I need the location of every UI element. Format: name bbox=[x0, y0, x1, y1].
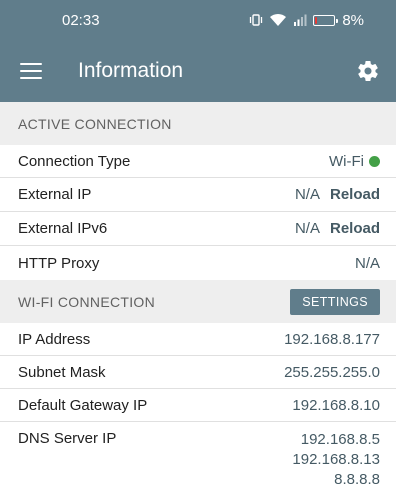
reload-external-ipv6-button[interactable]: Reload bbox=[330, 220, 380, 237]
status-time: 02:33 bbox=[62, 11, 100, 29]
battery-percent: 8% bbox=[342, 11, 364, 29]
external-ipv6-row: External IPv6 N/A Reload bbox=[0, 212, 396, 246]
status-bar: 02:33 8% bbox=[0, 0, 396, 40]
external-ipv6-na: N/A bbox=[294, 220, 320, 237]
battery-indicator: 8% bbox=[313, 12, 364, 29]
connection-type-row: Connection Type Wi-Fi bbox=[0, 145, 396, 178]
row-label: Subnet Mask bbox=[18, 363, 106, 381]
connection-type-value: Wi-Fi bbox=[329, 153, 380, 170]
external-ip-row: External IP N/A Reload bbox=[0, 178, 396, 212]
http-proxy-row: HTTP Proxy N/A bbox=[0, 246, 396, 280]
row-label: IP Address bbox=[18, 330, 91, 348]
status-dot-icon bbox=[369, 155, 380, 167]
external-ipv6-value: N/A Reload bbox=[295, 220, 380, 237]
vibrate-icon bbox=[249, 13, 263, 27]
subnet-mask-row: Subnet Mask 255.255.255.0 bbox=[0, 356, 396, 389]
dns-server-value: 192.168.8.5 bbox=[300, 431, 380, 448]
external-ip-value: N/A Reload bbox=[295, 186, 380, 203]
dns-server-row: DNS Server IP 192.168.8.5 192.168.8.13 8… bbox=[0, 422, 396, 500]
battery-level bbox=[315, 16, 318, 24]
dns-server-value: 192.168.8.13 bbox=[292, 451, 380, 468]
row-label: External IPv6 bbox=[18, 220, 108, 237]
subnet-mask-value: 255.255.255.0 bbox=[284, 363, 380, 381]
gear-icon[interactable] bbox=[356, 59, 380, 83]
active-connection-header: ACTIVE CONNECTION bbox=[0, 102, 396, 145]
dns-server-value: 8.8.8.8 bbox=[334, 471, 380, 488]
settings-button[interactable]: SETTINGS bbox=[290, 288, 380, 315]
section-title: ACTIVE CONNECTION bbox=[18, 115, 172, 132]
default-gateway-row: Default Gateway IP 192.168.8.10 bbox=[0, 389, 396, 422]
page-title: Information bbox=[78, 59, 184, 82]
wifi-connection-header: WI-FI CONNECTION SETTINGS bbox=[0, 280, 396, 323]
hamburger-menu-icon[interactable] bbox=[20, 63, 42, 79]
cell-signal-icon bbox=[293, 13, 307, 27]
row-label: Connection Type bbox=[18, 152, 131, 170]
section-title: WI-FI CONNECTION bbox=[18, 293, 156, 310]
ip-address-row: IP Address 192.168.8.177 bbox=[0, 323, 396, 356]
dns-server-values: 192.168.8.5 192.168.8.13 8.8.8.8 bbox=[292, 430, 380, 490]
http-proxy-value: N/A bbox=[354, 254, 380, 272]
row-label: External IP bbox=[18, 186, 92, 203]
wifi-signal-icon bbox=[269, 13, 287, 27]
wifi-text: Wi-Fi bbox=[329, 152, 364, 170]
external-ip-na: N/A bbox=[294, 186, 320, 203]
row-label: HTTP Proxy bbox=[18, 254, 100, 272]
status-icons: 8% bbox=[249, 12, 364, 29]
ip-address-value: 192.168.8.177 bbox=[284, 330, 380, 348]
default-gateway-value: 192.168.8.10 bbox=[292, 396, 380, 414]
reload-external-ip-button[interactable]: Reload bbox=[330, 186, 380, 203]
row-label: Default Gateway IP bbox=[18, 396, 148, 414]
row-label: DNS Server IP bbox=[18, 430, 117, 447]
app-bar: Information bbox=[0, 40, 396, 102]
battery-icon bbox=[313, 14, 339, 26]
